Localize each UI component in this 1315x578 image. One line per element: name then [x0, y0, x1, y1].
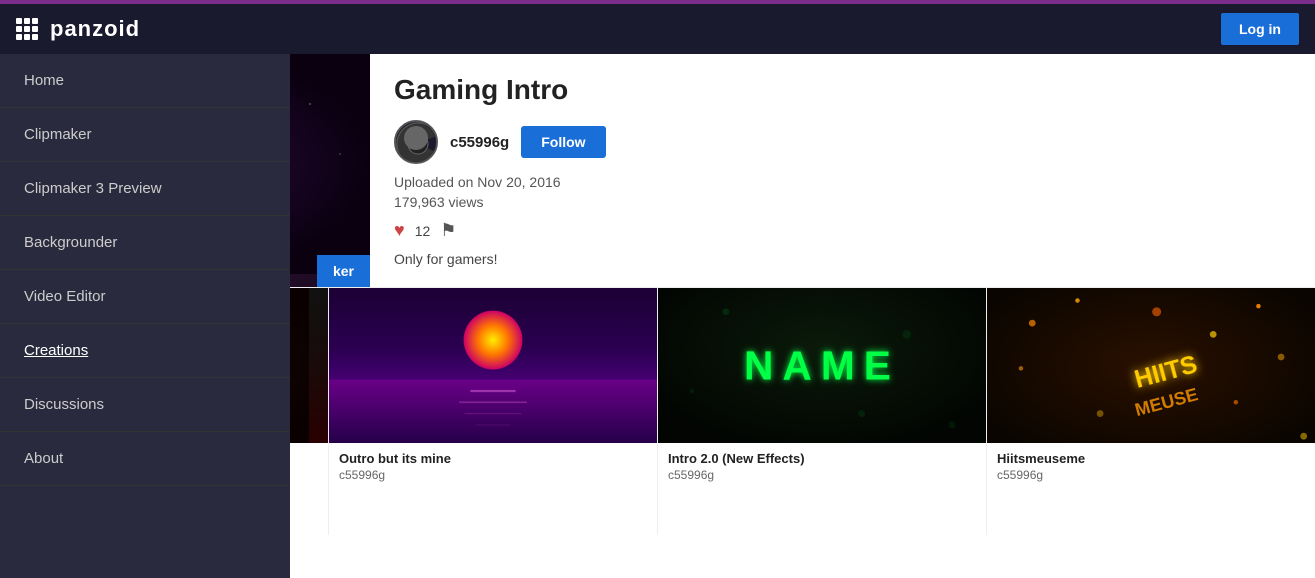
thumb-image-3: NAME: [658, 288, 986, 443]
thumb-label-2: Outro but its mine: [329, 443, 657, 468]
thumb-item-3[interactable]: NAME Intro 2.0 (New Effects) c55996g: [658, 288, 987, 535]
sidebar-item-videoeditor[interactable]: Video Editor: [0, 270, 290, 324]
sidebar-item-clipmaker[interactable]: Clipmaker: [0, 108, 290, 162]
svg-text:NAME: NAME: [744, 343, 900, 389]
thumb2-svg: [329, 288, 657, 443]
username-link[interactable]: c55996g: [450, 134, 509, 151]
thumb4-svg: HIITS MEUSE: [987, 288, 1315, 443]
like-count: 12: [415, 223, 431, 239]
thumb-item-4[interactable]: HIITS MEUSE Hiitsmeuseme c55996g: [987, 288, 1315, 535]
topbar-left: panzoid: [16, 16, 140, 42]
sidebar-item-home[interactable]: Home: [0, 54, 290, 108]
detail-title: Gaming Intro: [394, 74, 1291, 106]
actions-row: ♥ 12 ⚑: [394, 220, 1291, 241]
sidebar-item-clipmaker3[interactable]: Clipmaker 3 Preview: [0, 162, 290, 216]
thumb-user-3: c55996g: [658, 468, 986, 490]
sidebar-item-backgrounder[interactable]: Backgrounder: [0, 216, 290, 270]
flag-icon[interactable]: ⚑: [440, 220, 456, 241]
brand-name: panzoid: [50, 16, 140, 42]
description: Only for gamers!: [394, 251, 1291, 267]
thumb-image-2: [329, 288, 657, 443]
follow-button[interactable]: Follow: [521, 126, 605, 158]
detail-info: Gaming Intro c55996g Follow Uploaded on …: [370, 54, 1315, 287]
thumb-label-4: Hiitsmeuseme: [987, 443, 1315, 468]
thumb-user-2: c55996g: [329, 468, 657, 490]
thumb-label-3: Intro 2.0 (New Effects): [658, 443, 986, 468]
login-button[interactable]: Log in: [1221, 13, 1299, 45]
user-avatar: [394, 120, 438, 164]
thumb-image-4: HIITS MEUSE: [987, 288, 1315, 443]
topbar: panzoid Log in: [0, 4, 1315, 54]
sidebar-menu: Home Clipmaker Clipmaker 3 Preview Backg…: [0, 54, 290, 578]
sidebar-item-creations[interactable]: Creations: [0, 324, 290, 378]
clipmaker-button[interactable]: ker: [317, 255, 370, 287]
avatar-svg: [396, 122, 438, 164]
thumb-user-4: c55996g: [987, 468, 1315, 490]
menu-grid-icon[interactable]: [16, 18, 38, 40]
main-layout: Home Clipmaker Clipmaker 3 Preview Backg…: [0, 54, 1315, 535]
upload-info: Uploaded on Nov 20, 2016: [394, 174, 1291, 190]
heart-icon[interactable]: ♥: [394, 220, 405, 241]
views-info: 179,963 views: [394, 194, 1291, 210]
thumb3-svg: NAME: [658, 288, 986, 443]
thumb-item-2[interactable]: Outro but its mine c55996g: [329, 288, 658, 535]
detail-user-row: c55996g Follow: [394, 120, 1291, 164]
sidebar-item-discussions[interactable]: Discussions: [0, 378, 290, 432]
sidebar-item-about[interactable]: About: [0, 432, 290, 486]
